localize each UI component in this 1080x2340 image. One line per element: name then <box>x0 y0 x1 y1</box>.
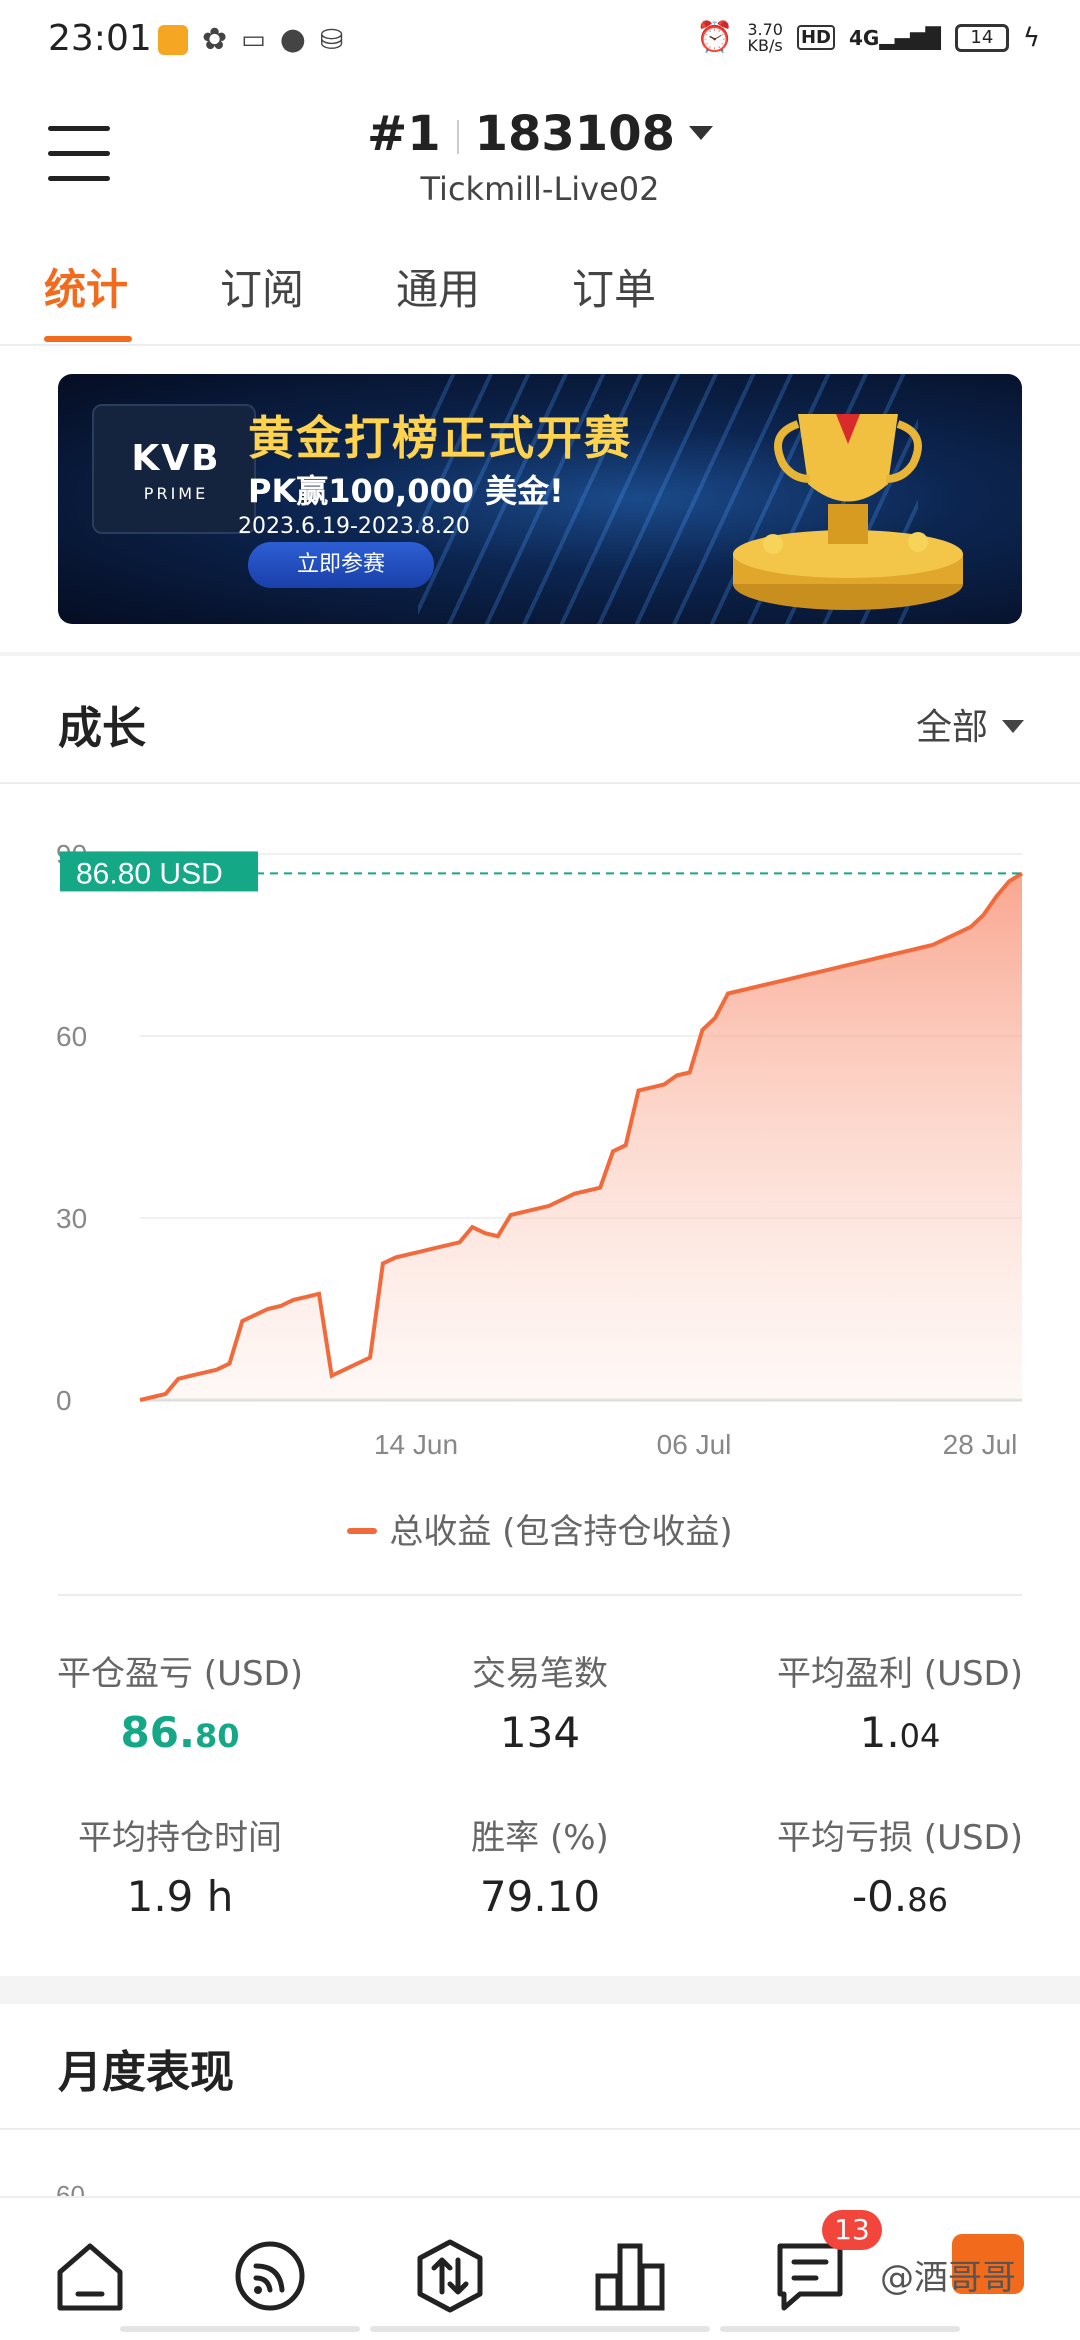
section-divider <box>0 1976 1080 2004</box>
message-icon: ● <box>279 22 306 57</box>
system-icons: ⏰ 3.70 KB/s HD 4G▂▄▆█ 14 ϟ <box>696 20 1040 55</box>
legend-label: 总收益 (包含持仓收益) <box>389 1512 733 1552</box>
net-speed: 3.70 KB/s <box>747 21 783 55</box>
broker-server: Tickmill-Live02 <box>420 170 660 208</box>
account-number: 183108 <box>474 106 675 162</box>
status-bar: 23:01 ✿ ▭ ● ⛁ ⏰ 3.70 KB/s HD 4G▂▄▆█ 14 ϟ <box>0 0 1080 86</box>
alarm-icon: ⏰ <box>695 20 734 55</box>
chevron-down-icon <box>1002 719 1024 733</box>
tab-statistics[interactable]: 统计 <box>44 256 128 317</box>
status-time: 23:01 <box>48 18 152 59</box>
avg-profit-label: 平均盈利 (USD) <box>777 1654 1023 1694</box>
avg-loss-dec: 86 <box>907 1881 948 1919</box>
growth-chart-svg: 0306090 14 Jun06 Jul28 Jul 86.80 USD <box>56 839 1024 1460</box>
growth-title: 成长 <box>58 703 146 754</box>
gesture-bar <box>120 2326 360 2332</box>
y-tick-label: 0 <box>56 1385 72 1416</box>
separator <box>456 120 459 154</box>
current-value-label: 86.80 USD <box>76 857 223 890</box>
account-rank: #1 <box>366 106 441 162</box>
charging-icon: ϟ <box>1022 22 1040 53</box>
notification-icons: ✿ ▭ ● ⛁ <box>158 22 343 57</box>
y-tick-label: 30 <box>56 1203 87 1234</box>
avg-hold-time-value: 1.9 h <box>30 1872 330 1921</box>
divider <box>0 2128 1080 2130</box>
closed-pnl-label: 平仓盈亏 (USD) <box>57 1654 303 1694</box>
network-type: 4G <box>848 25 880 50</box>
kvb-logo: KVB PRIME <box>92 404 256 534</box>
signals-icon[interactable] <box>230 2236 310 2316</box>
chart-legend[interactable]: 总收益 (包含持仓收益) <box>0 1504 1080 1553</box>
banner-subtitle: PK赢100,000 美金! <box>248 472 564 510</box>
tab-subscribe[interactable]: 订阅 <box>220 256 304 317</box>
logo-sub-text: PRIME <box>143 484 209 503</box>
x-tick-label: 06 Jul <box>657 1429 732 1460</box>
signal-icon: 4G▂▄▆█ <box>848 25 941 50</box>
trade-count-int: 134 <box>499 1708 581 1757</box>
growth-chart[interactable]: 0306090 14 Jun06 Jul28 Jul 86.80 USD <box>0 790 1080 1490</box>
avg-hold-time-int: 1.9 h <box>126 1872 234 1921</box>
tab-general[interactable]: 通用 <box>396 256 480 317</box>
avg-loss-int: -0. <box>852 1872 908 1921</box>
avg-profit-int: 1. <box>859 1708 900 1757</box>
range-filter-label: 全部 <box>915 707 988 748</box>
active-tab-indicator <box>44 336 132 342</box>
cast-icon: ▭ <box>241 24 266 55</box>
ranking-icon[interactable] <box>590 2236 670 2316</box>
promo-banner[interactable]: KVB PRIME 黄金打榜正式开赛 PK赢100,000 美金! 2023.6… <box>58 374 1022 624</box>
avg-profit-dec: 04 <box>899 1717 941 1755</box>
banner-dates: 2023.6.19-2023.8.20 <box>238 514 470 539</box>
join-button[interactable]: 立即参赛 <box>248 542 434 588</box>
section-divider <box>0 652 1080 656</box>
avg-hold-time-label: 平均持仓时间 <box>78 1818 282 1858</box>
win-rate-value: 79.10 <box>390 1872 690 1921</box>
account-header: #1 183108 Tickmill-Live02 <box>0 86 1080 226</box>
monthly-title: 月度表现 <box>58 2047 234 2098</box>
net-speed-unit: KB/s <box>747 35 783 55</box>
tab-orders[interactable]: 订单 <box>572 256 656 317</box>
avg-loss-label: 平均亏损 (USD) <box>777 1818 1023 1858</box>
avg-loss-value: -0.86 <box>750 1872 1050 1921</box>
x-tick-label: 28 Jul <box>943 1429 1018 1460</box>
account-selector[interactable]: #1 183108 <box>0 106 1080 162</box>
win-rate-int: 79.10 <box>479 1872 601 1921</box>
closed-pnl-int: 86. <box>120 1708 195 1757</box>
trade-count-value: 134 <box>390 1708 690 1757</box>
growth-area <box>140 873 1022 1400</box>
avg-profit-value: 1.04 <box>750 1708 1050 1757</box>
divider <box>0 782 1080 784</box>
y-tick-label: 60 <box>56 1021 87 1052</box>
tab-bar: 统计 订阅 通用 订单 <box>0 246 1080 346</box>
app-notification-icon <box>158 24 188 55</box>
legend-swatch <box>347 1527 378 1534</box>
closed-pnl-dec: 80 <box>194 1717 240 1755</box>
hd-icon: HD <box>796 25 835 50</box>
x-tick-label: 14 Jun <box>374 1429 458 1460</box>
divider <box>58 1594 1022 1596</box>
storage-icon: ⛁ <box>319 23 344 56</box>
unread-badge: 13 <box>822 2210 882 2250</box>
banner-title: 黄金打榜正式开赛 <box>248 411 632 465</box>
win-rate-label: 胜率 (%) <box>471 1818 609 1858</box>
wechat-icon: ✿ <box>202 22 228 57</box>
battery-icon: 14 <box>954 23 1009 52</box>
closed-pnl-value: 86.80 <box>30 1708 330 1757</box>
chevron-down-icon <box>689 126 713 140</box>
watermark: @酒哥哥 <box>880 2258 1016 2298</box>
trade-icon[interactable] <box>410 2236 490 2316</box>
trophy-icon <box>733 414 963 610</box>
gesture-bar <box>720 2326 960 2332</box>
trade-count-label: 交易笔数 <box>472 1654 608 1694</box>
gesture-bar <box>370 2326 710 2332</box>
home-icon[interactable] <box>50 2236 130 2316</box>
logo-main-text: KVB <box>131 438 221 479</box>
range-filter[interactable]: 全部 <box>916 698 1024 750</box>
